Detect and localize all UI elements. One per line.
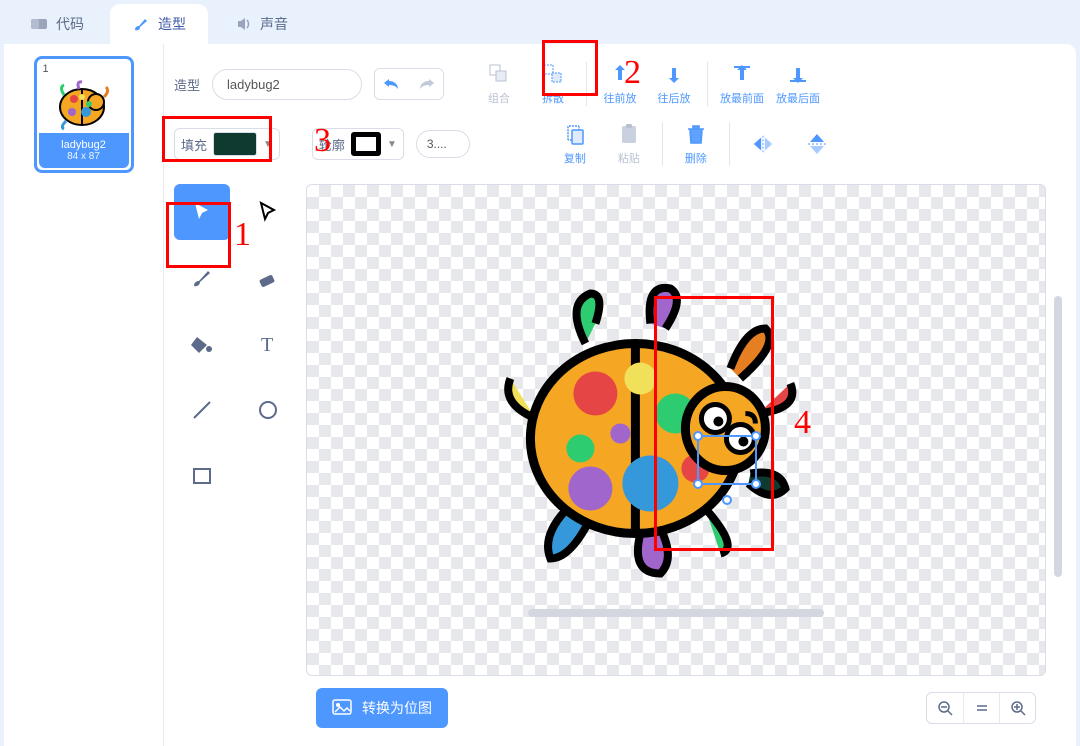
trash-icon <box>684 122 708 146</box>
dropdown-icon: ▼ <box>263 139 273 150</box>
convert-label: 转换为位图 <box>362 698 432 718</box>
backward-button[interactable]: 往后放 <box>653 62 695 106</box>
code-icon <box>30 15 48 33</box>
flip-vertical-button[interactable] <box>796 132 838 156</box>
canvas-wrap: 转换为位图 <box>306 184 1066 746</box>
ungroup-label: 拆散 <box>542 90 564 106</box>
separator <box>586 62 587 106</box>
circle-tool[interactable] <box>240 382 296 438</box>
separator <box>729 122 730 166</box>
svg-text:T: T <box>261 334 273 356</box>
tab-sounds-label: 声音 <box>260 14 288 34</box>
dropdown-icon: ▼ <box>387 139 397 150</box>
copy-label: 复制 <box>564 150 586 166</box>
costume-preview <box>54 77 114 133</box>
front-label: 放最前面 <box>720 90 764 106</box>
tab-code[interactable]: 代码 <box>8 4 106 44</box>
back-icon <box>786 62 810 86</box>
zoom-in-button[interactable] <box>999 693 1035 723</box>
costume-info: ladybug2 84 x 87 <box>39 133 129 168</box>
annotation-num-4: 4 <box>794 404 811 442</box>
tab-code-label: 代码 <box>56 14 84 34</box>
zoom-controls <box>926 692 1036 724</box>
outline-swatch <box>351 132 381 156</box>
tool-palette: T <box>174 184 296 746</box>
paint-editor: 造型 组合 拆散 <box>164 44 1076 746</box>
backward-icon <box>662 62 686 86</box>
flip-horizontal-button[interactable] <box>742 132 784 156</box>
tab-costumes[interactable]: 造型 <box>110 4 208 44</box>
back-label: 放最后面 <box>776 90 820 106</box>
costume-label: 造型 <box>174 75 200 94</box>
forward-label: 往前放 <box>604 90 637 106</box>
outline-width-input[interactable] <box>416 130 470 158</box>
text-tool[interactable]: T <box>240 316 296 372</box>
annotation-num-3: 3 <box>314 122 331 160</box>
costume-thumbnail[interactable]: 1 ladybug2 84 <box>34 56 134 173</box>
delete-label: 删除 <box>685 150 707 166</box>
tabs-bar: 代码 造型 声音 <box>0 0 1080 44</box>
undo-button[interactable] <box>375 69 409 99</box>
toolbar-row-1: 造型 组合 拆散 <box>174 54 1066 114</box>
group-button[interactable]: 组合 <box>478 62 520 106</box>
front-icon <box>730 62 754 86</box>
fill-swatch <box>213 132 257 156</box>
delete-button[interactable]: 删除 <box>675 122 717 166</box>
back-button[interactable]: 放最后面 <box>776 62 820 106</box>
select-tool[interactable] <box>174 184 230 240</box>
eraser-tool[interactable] <box>240 250 296 306</box>
annotation-num-2: 2 <box>624 54 641 92</box>
undo-redo-group <box>374 68 444 100</box>
zoom-out-button[interactable] <box>927 693 963 723</box>
fill-label: 填充 <box>181 135 207 154</box>
costume-sidebar: 1 ladybug2 84 <box>4 44 164 746</box>
main-area: T <box>174 174 1066 746</box>
paste-button[interactable]: 粘贴 <box>608 122 650 166</box>
brush-tool[interactable] <box>174 250 230 306</box>
workspace: 1 ladybug2 84 <box>4 44 1076 746</box>
paste-label: 粘贴 <box>618 150 640 166</box>
bottom-bar: 转换为位图 <box>316 688 1036 728</box>
paste-icon <box>617 122 641 146</box>
ungroup-icon <box>541 62 565 86</box>
rectangle-tool[interactable] <box>174 448 230 504</box>
separator <box>662 122 663 166</box>
flip-h-icon <box>751 132 775 156</box>
tab-sounds[interactable]: 声音 <box>212 4 310 44</box>
backward-label: 往后放 <box>658 90 691 106</box>
sound-icon <box>234 15 252 33</box>
fill-control[interactable]: 填充 ▼ <box>174 128 280 160</box>
ungroup-button[interactable]: 拆散 <box>532 62 574 106</box>
copy-button[interactable]: 复制 <box>554 122 596 166</box>
group-label: 组合 <box>488 90 510 106</box>
redo-button[interactable] <box>409 69 443 99</box>
ladybug-sprite[interactable] <box>490 274 810 587</box>
costume-index: 1 <box>39 61 129 77</box>
line-tool[interactable] <box>174 382 230 438</box>
fill-tool[interactable] <box>174 316 230 372</box>
costume-name: ladybug2 <box>43 139 125 151</box>
separator <box>707 62 708 106</box>
image-icon <box>332 699 352 718</box>
costume-name-input[interactable] <box>212 69 362 100</box>
zoom-reset-button[interactable] <box>963 693 999 723</box>
canvas-v-scrollbar[interactable] <box>1054 296 1062 577</box>
flip-v-icon <box>805 132 829 156</box>
front-button[interactable]: 放最前面 <box>720 62 764 106</box>
paint-canvas[interactable] <box>306 184 1046 676</box>
brush-icon <box>132 15 150 33</box>
canvas-h-scrollbar[interactable] <box>528 609 823 617</box>
annotation-num-1: 1 <box>234 216 251 254</box>
selection-box[interactable] <box>697 435 757 485</box>
toolbar-row-2: 填充 ▼ 轮廓 ▼ 复制 粘贴 <box>174 114 1066 174</box>
tab-costumes-label: 造型 <box>158 14 186 34</box>
copy-icon <box>563 122 587 146</box>
group-icon <box>487 62 511 86</box>
convert-to-bitmap-button[interactable]: 转换为位图 <box>316 688 448 728</box>
costume-dimensions: 84 x 87 <box>43 151 125 162</box>
